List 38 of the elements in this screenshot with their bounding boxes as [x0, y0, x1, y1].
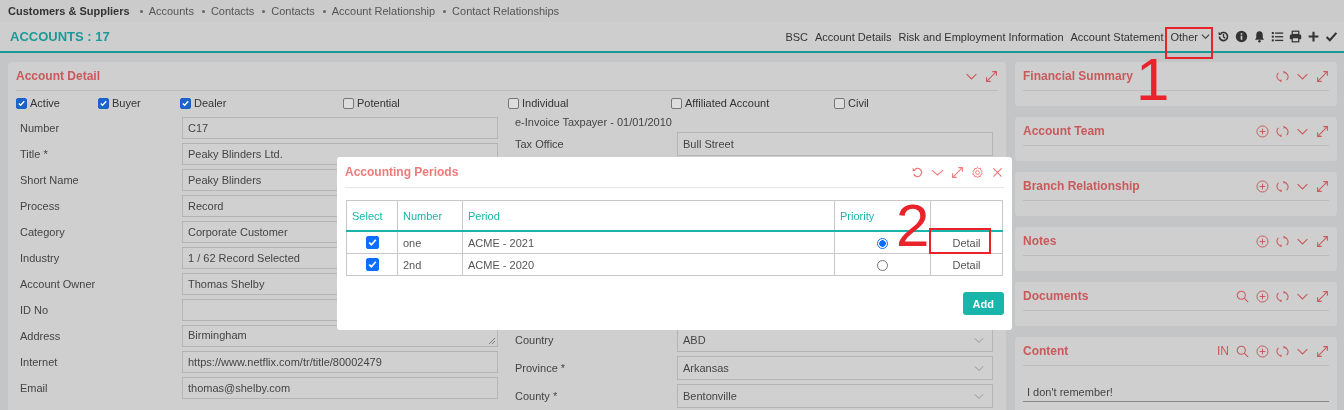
- annotation-number: 1: [1136, 56, 1170, 104]
- field-label: Email: [19, 382, 49, 394]
- checkbox-label: Potential: [357, 97, 400, 109]
- checkbox-label: Civil: [848, 97, 869, 109]
- field-label: Industry: [19, 252, 61, 264]
- panel-title: Content: [1023, 344, 1069, 358]
- panel-title: Financial Summary: [1023, 69, 1134, 83]
- checkbox-label: Dealer: [194, 97, 227, 109]
- page-title: ACCOUNTS : 17: [10, 29, 110, 44]
- field-label: County *: [514, 390, 559, 402]
- table-cell: one: [403, 236, 422, 249]
- field-label: Tax Office: [514, 138, 565, 150]
- panel-title: Account Team: [1023, 124, 1105, 138]
- field-label: Country: [514, 334, 555, 346]
- dialog-title: Accounting Periods: [345, 165, 459, 179]
- checkbox-label: Individual: [522, 97, 569, 109]
- field-label: Category: [19, 226, 66, 238]
- field-label: Province *: [514, 362, 567, 374]
- panel-title: Branch Relationship: [1023, 179, 1140, 193]
- field-label: Process: [19, 200, 61, 212]
- panel-title: Notes: [1023, 234, 1057, 248]
- table-cell: ACME - 2020: [468, 258, 535, 271]
- checkbox-label: Affiliated Account: [685, 97, 770, 109]
- field-label: Title *: [19, 148, 49, 160]
- breadcrumb-title: Customers & Suppliers: [8, 5, 130, 17]
- field-label: Short Name: [19, 174, 80, 186]
- checkbox-label: Active: [30, 97, 60, 109]
- panel-title: Account Detail: [16, 69, 100, 83]
- field-label: Account Owner: [19, 278, 97, 290]
- checkbox-label: Buyer: [112, 97, 141, 109]
- field-label: Address: [19, 330, 62, 342]
- field-label: ID No: [19, 304, 50, 316]
- table-cell: ACME - 2021: [468, 236, 535, 249]
- panel-title: Documents: [1023, 289, 1089, 303]
- table-cell: 2nd: [403, 258, 422, 271]
- field-label: Internet: [19, 356, 59, 368]
- field-label: Number: [19, 122, 61, 134]
- taxpayer-note: e-Invoice Taxpayer - 01/01/2010: [514, 115, 673, 130]
